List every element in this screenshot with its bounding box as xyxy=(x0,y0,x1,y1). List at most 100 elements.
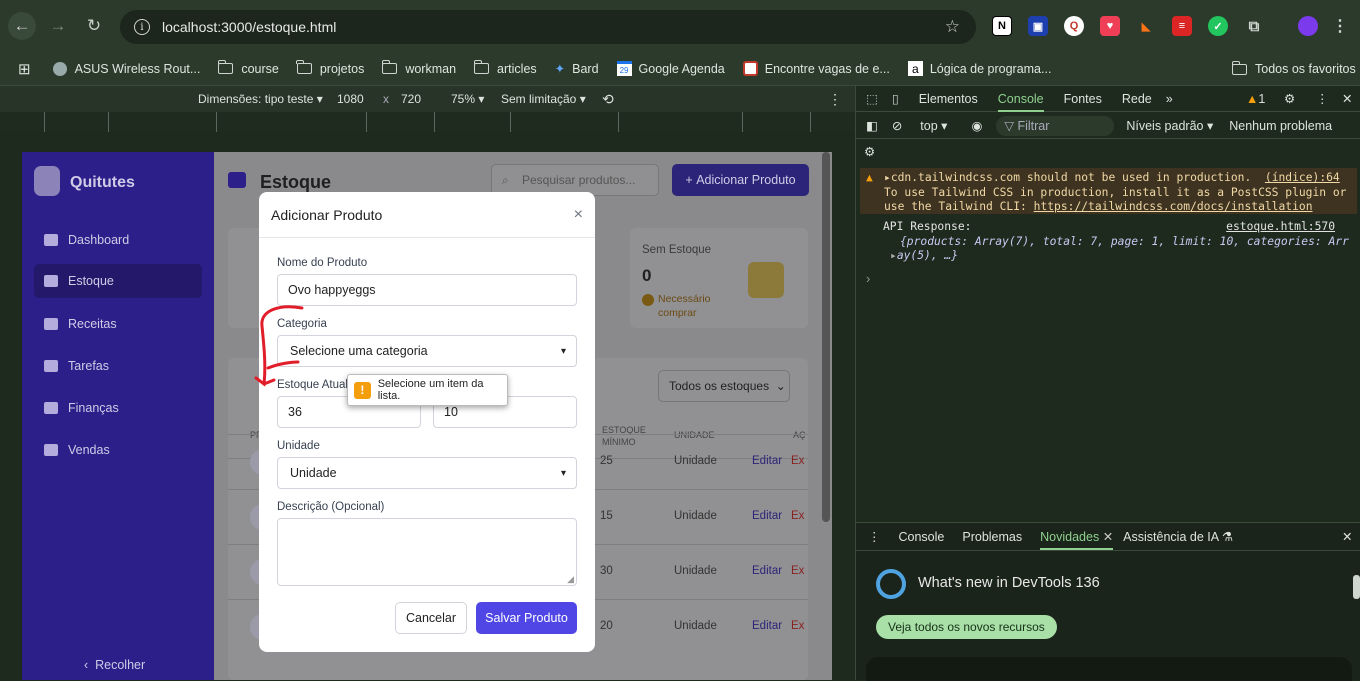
extension-icon[interactable]: ◣ xyxy=(1136,16,1156,36)
stock-filter[interactable]: Todos os estoques ⌄ xyxy=(658,370,790,402)
delete-link[interactable]: Ex xyxy=(791,565,804,577)
page-scrollbar[interactable] xyxy=(822,152,830,522)
console-settings-gear-icon[interactable]: ⚙ xyxy=(864,144,875,159)
bookmark-folder[interactable]: workman xyxy=(381,60,456,76)
extension-icon[interactable]: ✓ xyxy=(1208,16,1228,36)
height-input[interactable]: 720 xyxy=(401,92,421,106)
warning-count-icon[interactable]: ▲1 xyxy=(1246,92,1265,106)
close-drawer-icon[interactable]: ✕ xyxy=(1342,529,1352,544)
close-tab-icon[interactable]: ✕ xyxy=(1103,530,1113,544)
cancel-button[interactable]: Cancelar xyxy=(395,602,467,634)
extension-icon[interactable]: Q xyxy=(1064,16,1084,36)
edit-link[interactable]: Editar xyxy=(752,510,782,522)
devtools-tabbar: ⬚ ▯ Elementos Console Fontes Rede » ▲1 ⚙… xyxy=(856,86,1360,112)
forward-icon[interactable]: → xyxy=(44,12,72,40)
more-options-icon[interactable]: ⋮ xyxy=(828,91,842,108)
see-all-features-button[interactable]: Veja todos os novos recursos xyxy=(876,615,1057,639)
delete-link[interactable]: Ex xyxy=(791,510,804,522)
drawer-tab-ai[interactable]: Assistência de IA ⚗ xyxy=(1123,529,1233,544)
sidebar-item-tarefas[interactable]: Tarefas xyxy=(34,349,202,383)
sidebar-item-vendas[interactable]: Vendas xyxy=(34,433,202,467)
bookmark-star-icon[interactable]: ☆ xyxy=(945,17,960,37)
notion-icon[interactable]: N xyxy=(992,16,1012,36)
apps-grid-icon[interactable]: ⊞ xyxy=(18,60,31,78)
site-info-icon[interactable]: i xyxy=(134,19,150,35)
avatar[interactable] xyxy=(1298,16,1318,36)
unit-select[interactable]: Unidade ▾ xyxy=(277,457,577,489)
todoist-icon[interactable]: ≡ xyxy=(1172,16,1192,36)
drawer-scrollbar[interactable] xyxy=(1353,575,1360,599)
drawer-tab-console[interactable]: Console xyxy=(899,530,945,544)
description-textarea[interactable]: ◢ xyxy=(277,518,577,586)
console-toolbar: ◧ ⊘ top ▾ ◉ ▽ Filtrar Níveis padrão ▾ Ne… xyxy=(856,113,1360,139)
source-link[interactable]: (índice):64 xyxy=(1265,171,1340,184)
console-prompt-icon[interactable]: › xyxy=(866,271,870,286)
expand-arrow-icon[interactable]: ▸ xyxy=(890,249,897,262)
extension-icon[interactable]: ▣ xyxy=(1028,16,1048,36)
bookmark-folder[interactable]: projetos xyxy=(296,60,364,76)
tab-elements[interactable]: Elementos xyxy=(919,92,978,106)
stat-card-out-of-stock: Sem Estoque 0 Necessário comprar xyxy=(630,228,808,328)
edit-link[interactable]: Editar xyxy=(752,565,782,577)
tab-console[interactable]: Console xyxy=(997,92,1044,112)
address-bar[interactable]: i localhost:3000/estoque.html ☆ xyxy=(120,10,976,44)
inspect-icon[interactable]: ⬚ xyxy=(866,91,878,106)
collapse-button[interactable]: ‹ Recolher xyxy=(84,658,145,672)
sidebar-item-estoque[interactable]: Estoque xyxy=(34,264,202,298)
save-product-button[interactable]: Salvar Produto xyxy=(476,602,577,634)
bookmark-item[interactable]: Encontre vagas de e... xyxy=(742,61,890,76)
issues-button[interactable]: Nenhum problema xyxy=(1229,119,1332,133)
eye-icon[interactable]: ◉ xyxy=(971,118,982,133)
dimensions-select[interactable]: Dimensões: tipo teste ▾ xyxy=(198,92,323,106)
console-filter-input[interactable]: ▽ Filtrar xyxy=(996,115,1115,136)
sidebar-item-financas[interactable]: Finanças xyxy=(34,391,202,425)
resize-handle-icon[interactable]: ◢ xyxy=(567,574,574,585)
clear-console-icon[interactable]: ⊘ xyxy=(892,118,902,133)
jobs-icon xyxy=(742,61,758,76)
zoom-select[interactable]: 75% ▾ xyxy=(451,92,484,106)
pocket-icon[interactable]: ♥ xyxy=(1100,16,1120,36)
close-devtools-icon[interactable]: ✕ xyxy=(1342,91,1352,106)
sidebar-item-receitas[interactable]: Receitas xyxy=(34,307,202,341)
all-bookmarks-folder[interactable]: Todos os favoritos xyxy=(1231,60,1356,76)
edit-link[interactable]: Editar xyxy=(752,455,782,467)
drawer-menu-icon[interactable]: ⋮ xyxy=(868,529,881,544)
delete-link[interactable]: Ex xyxy=(791,620,804,632)
more-options-icon[interactable]: ⋮ xyxy=(1316,91,1329,106)
source-link[interactable]: estoque.html:570 xyxy=(1226,220,1335,235)
device-toggle-icon[interactable]: ▯ xyxy=(892,91,899,106)
product-name-input[interactable]: Ovo happyeggs xyxy=(277,274,577,306)
bookmark-item[interactable]: ✦ Bard xyxy=(555,61,599,77)
folder-icon xyxy=(381,60,398,74)
reload-icon[interactable]: ↻ xyxy=(80,12,108,40)
category-select[interactable]: Selecione uma categoria ▾ xyxy=(277,335,577,367)
tab-sources[interactable]: Fontes xyxy=(1064,92,1102,106)
drawer-tab-whats-new[interactable]: Novidades ✕ xyxy=(1040,529,1114,550)
tab-network[interactable]: Rede xyxy=(1122,92,1152,106)
drawer-tab-problems[interactable]: Problemas xyxy=(962,530,1022,544)
context-select[interactable]: top ▾ xyxy=(920,118,947,133)
sidebar-item-dashboard[interactable]: Dashboard xyxy=(34,223,202,257)
settings-gear-icon[interactable]: ⚙ xyxy=(1284,91,1295,106)
throttle-select[interactable]: Sem limitação ▾ xyxy=(501,92,586,106)
edit-link[interactable]: Editar xyxy=(752,620,782,632)
rotate-icon[interactable]: ⟲ xyxy=(602,91,614,108)
bookmark-item[interactable]: 29 Google Agenda xyxy=(616,61,725,76)
expand-arrow-icon[interactable]: ▸ xyxy=(884,171,891,184)
delete-link[interactable]: Ex xyxy=(791,455,804,467)
close-icon[interactable]: × xyxy=(574,206,583,224)
sidebar-toggle-icon[interactable]: ◧ xyxy=(866,118,878,133)
bookmark-folder[interactable]: articles xyxy=(473,60,537,76)
docs-link[interactable]: https://tailwindcss.com/docs/installatio… xyxy=(1034,200,1313,213)
back-icon[interactable]: ← xyxy=(8,12,36,40)
add-product-button[interactable]: + Adicionar Produto xyxy=(672,164,809,196)
log-levels-select[interactable]: Níveis padrão ▾ xyxy=(1126,118,1213,133)
log-object[interactable]: {products: Array(7), total: 7, page: 1, … xyxy=(883,235,1360,250)
extensions-puzzle-icon[interactable]: ⧉ xyxy=(1244,16,1264,36)
width-input[interactable]: 1080 xyxy=(337,92,364,106)
bookmark-item[interactable]: ASUS Wireless Rout... xyxy=(52,61,200,76)
bookmark-folder[interactable]: course xyxy=(217,60,279,76)
bookmark-item[interactable]: a Lógica de programa... xyxy=(907,61,1051,76)
menu-kebab-icon[interactable]: ⋮ xyxy=(1330,16,1350,36)
more-tabs-icon[interactable]: » xyxy=(1166,92,1173,106)
